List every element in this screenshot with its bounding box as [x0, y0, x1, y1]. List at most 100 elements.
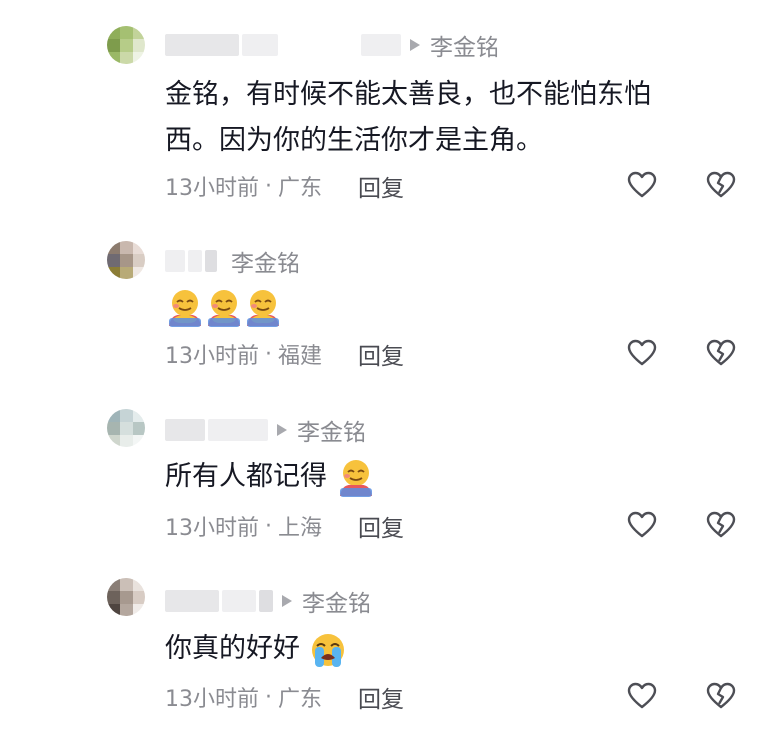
- comment-location: 上海: [278, 516, 323, 541]
- avatar-pixel: [120, 52, 133, 64]
- avatar-pixel: [107, 267, 120, 279]
- blurred-username[interactable]: [165, 590, 219, 612]
- reply-target-name[interactable]: 李金铭: [297, 413, 366, 447]
- broken-heart-icon[interactable]: [706, 511, 736, 539]
- avatar[interactable]: [107, 409, 145, 447]
- avatar-pixel: [133, 591, 145, 604]
- loudly-crying-face-emoji: [311, 633, 344, 667]
- avatar-pixel: [120, 604, 133, 616]
- comment-meta: 13小时前 · 广东 回复: [165, 680, 404, 714]
- avatar-pixel: [120, 241, 133, 254]
- avatar-pixel: [120, 254, 133, 267]
- broken-heart-icon[interactable]: [706, 339, 736, 367]
- comment-location: 广东: [278, 687, 323, 712]
- meta-separator: ·: [265, 341, 272, 367]
- comment-text: 所有人都记得: [165, 454, 725, 500]
- avatar-pixel: [107, 591, 120, 604]
- comment-time: 13小时前: [165, 516, 259, 541]
- avatar-pixel: [120, 435, 133, 447]
- heart-icon[interactable]: [627, 171, 657, 199]
- comment-time: 13小时前: [165, 344, 259, 369]
- avatar-pixel: [107, 26, 120, 39]
- broken-heart-icon[interactable]: [706, 171, 736, 199]
- comment-location: 福建: [278, 344, 323, 369]
- reply-target-name[interactable]: 李金铭: [231, 244, 300, 278]
- blurred-username: [259, 590, 273, 612]
- blurred-username: [222, 590, 256, 612]
- avatar-pixel: [120, 267, 133, 279]
- avatar-pixel: [133, 435, 145, 447]
- comment-text-line: 金铭，有时候不能太善良，也不能怕东怕: [165, 79, 651, 110]
- blurred-username[interactable]: [165, 34, 239, 56]
- comment-meta: 13小时前 · 广东 回复: [165, 169, 404, 203]
- comment-text-line: 所有人都记得: [165, 461, 327, 492]
- blurred-username: [361, 34, 401, 56]
- avatar-pixel: [120, 39, 133, 52]
- comment-text: 金铭，有时候不能太善良，也不能怕东怕 西。因为你的生活你才是主角。: [165, 72, 725, 164]
- avatar-pixel: [107, 254, 120, 267]
- blurred-username: [242, 34, 278, 56]
- avatar-pixel: [107, 52, 120, 64]
- username-row: 李金铭: [165, 28, 499, 62]
- comment-location: 广东: [278, 176, 323, 201]
- meta-separator: ·: [265, 684, 272, 710]
- heart-icon[interactable]: [627, 682, 657, 710]
- hugging-face-emoji: [339, 459, 372, 497]
- avatar[interactable]: [107, 241, 145, 279]
- avatar-pixel: [133, 39, 145, 52]
- hugging-face-emoji: [169, 288, 280, 328]
- comment-meta: 13小时前 · 上海 回复: [165, 509, 404, 543]
- comment-meta: 13小时前 · 福建 回复: [165, 337, 404, 371]
- comment-time: 13小时前: [165, 687, 259, 712]
- blurred-username[interactable]: [165, 250, 185, 272]
- reply-target-name[interactable]: 李金铭: [430, 28, 499, 62]
- comment-text: 你真的好好: [165, 626, 725, 672]
- reply-arrow-icon: [410, 39, 420, 51]
- avatar-pixel: [133, 267, 145, 279]
- avatar-pixel: [107, 39, 120, 52]
- broken-heart-icon[interactable]: [706, 682, 736, 710]
- avatar-pixel: [133, 254, 145, 267]
- avatar-pixel: [133, 241, 145, 254]
- avatar-pixel: [133, 578, 145, 591]
- comment-text-line: 西。因为你的生活你才是主角。: [165, 125, 543, 156]
- avatar-pixel: [133, 52, 145, 64]
- avatar-pixel: [120, 578, 133, 591]
- reply-arrow-icon: [282, 595, 292, 607]
- username-row: 李金铭: [165, 244, 300, 278]
- reply-button[interactable]: 回复: [358, 337, 404, 371]
- comment-time: 13小时前: [165, 176, 259, 201]
- reply-target-name[interactable]: 李金铭: [302, 584, 371, 618]
- avatar-pixel: [120, 591, 133, 604]
- meta-separator: ·: [265, 173, 272, 199]
- blurred-username: [205, 250, 217, 272]
- reply-button[interactable]: 回复: [358, 680, 404, 714]
- avatar-pixel: [107, 435, 120, 447]
- avatar-pixel: [133, 409, 145, 422]
- avatar[interactable]: [107, 26, 145, 64]
- avatar-pixel: [107, 422, 120, 435]
- avatar-pixel: [107, 409, 120, 422]
- avatar-pixel: [120, 409, 133, 422]
- blurred-username: [208, 419, 268, 441]
- avatar[interactable]: [107, 578, 145, 616]
- avatar-pixel: [133, 422, 145, 435]
- blurred-username[interactable]: [165, 419, 205, 441]
- reply-button[interactable]: 回复: [358, 509, 404, 543]
- avatar-pixel: [120, 26, 133, 39]
- avatar-pixel: [107, 578, 120, 591]
- avatar-pixel: [107, 241, 120, 254]
- avatar-pixel: [107, 604, 120, 616]
- comment-text: [165, 284, 725, 330]
- reply-arrow-icon: [277, 424, 287, 436]
- heart-icon[interactable]: [627, 511, 657, 539]
- avatar-pixel: [133, 26, 145, 39]
- avatar-pixel: [120, 422, 133, 435]
- reply-button[interactable]: 回复: [358, 169, 404, 203]
- meta-separator: ·: [265, 513, 272, 539]
- username-row: 李金铭: [165, 584, 371, 618]
- username-row: 李金铭: [165, 413, 366, 447]
- blurred-username: [188, 250, 202, 272]
- heart-icon[interactable]: [627, 339, 657, 367]
- comment-text-line: 你真的好好: [165, 633, 300, 664]
